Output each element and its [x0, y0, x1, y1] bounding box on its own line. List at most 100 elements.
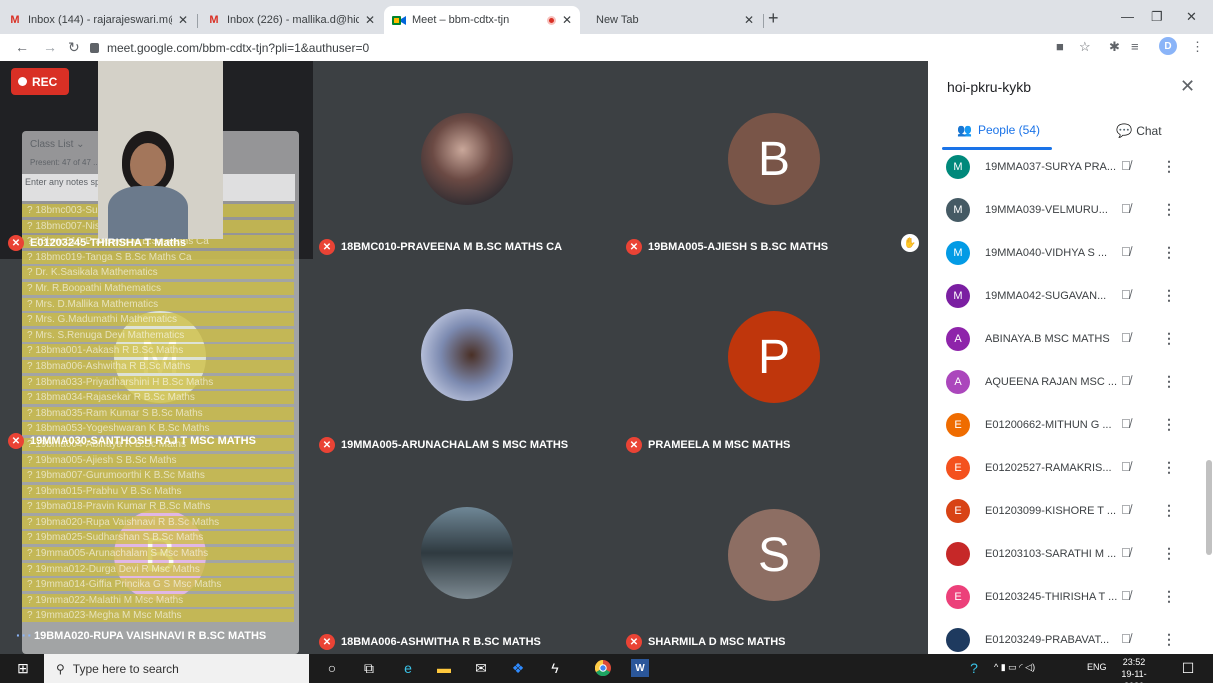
word-icon[interactable]: W [631, 659, 649, 677]
more-options-icon[interactable]: ⋮ [1162, 459, 1176, 476]
class-list-row[interactable]: ? 19bma005-Ajiesh S B.Sc Maths [22, 453, 294, 467]
presenter-icon[interactable]: ✋ [901, 234, 919, 252]
media-control-icon[interactable]: ≡ [1131, 39, 1139, 54]
class-list-row[interactable]: ? 19bma015-Prabhu V B.Sc Maths [22, 484, 294, 498]
tab-inbox-rajarajeswari[interactable]: M Inbox (144) - rajarajeswari.m@hi ✕ [0, 6, 196, 34]
more-options-icon[interactable]: ⋮ [1162, 287, 1176, 304]
participant-row[interactable]: E E01203099-KISHORE T ... 🎙̸ ⋮ [928, 499, 1198, 535]
back-button[interactable]: ← [15, 39, 29, 55]
mail-icon[interactable]: ✉ [472, 659, 490, 677]
app-icon[interactable]: ϟ [546, 659, 564, 677]
participant-tile[interactable]: S ✕ SHARMILA D MSC MATHS [620, 457, 928, 654]
more-options-icon[interactable]: ⋮ [1162, 244, 1176, 261]
participant-tile[interactable]: B ✕ 19BMA005-AJIESH S B.SC MATHS [620, 61, 928, 259]
close-tab-icon[interactable]: ✕ [744, 13, 754, 27]
more-options-icon[interactable]: ⋮ [1162, 631, 1176, 648]
more-options-icon[interactable]: ⋮ [1162, 330, 1176, 347]
tab-new-tab[interactable]: New Tab ✕ [580, 6, 762, 34]
participant-row[interactable]: E01203103-SARATHI M ... 🎙̸ ⋮ [928, 542, 1198, 578]
maximize-button[interactable]: ❐ [1151, 9, 1163, 25]
participant-tile[interactable]: P ✕ PRAMEELA M MSC MATHS [620, 259, 928, 457]
participant-row[interactable]: M 19MMA040-VIDHYA S ... 🎙̸ ⋮ [928, 241, 1198, 277]
chrome-icon[interactable] [594, 659, 612, 677]
task-view-icon[interactable]: ⧉ [360, 659, 378, 677]
class-list-row[interactable]: ? 19mma022-Malathi M Msc Maths [22, 593, 294, 607]
class-list-row[interactable]: ? Mrs. G.Madumathi Mathematics [22, 313, 294, 327]
class-list-row[interactable]: ? 19bma007-Gurumoorthi K B.Sc Maths [22, 469, 294, 483]
class-list-row[interactable]: ? 19mma012-Durga Devi R Msc Maths [22, 562, 294, 576]
dropbox-icon[interactable]: ❖ [509, 659, 527, 677]
tab-people[interactable]: 👥 People (54) [957, 123, 1040, 137]
participant-photo [421, 113, 513, 205]
class-list-title[interactable]: Class List ⌄ [30, 139, 85, 150]
participant-row[interactable]: E E01200662-MITHUN G ... 🎙̸ ⋮ [928, 413, 1198, 449]
close-tab-icon[interactable]: ✕ [178, 13, 188, 27]
gmail-icon: M [10, 14, 20, 26]
class-list-row[interactable]: ? 19mma005-Arunachalam S Msc Maths [22, 547, 294, 561]
url-field[interactable]: meet.google.com/bbm-cdtx-tjn?pli=1&authu… [90, 37, 1090, 58]
participant-tile[interactable]: ✕ 19MMA005-ARUNACHALAM S MSC MATHS [313, 259, 620, 457]
more-options-icon[interactable]: ⋮ [1162, 588, 1176, 605]
more-options-icon[interactable]: ⋮ [1162, 373, 1176, 390]
close-window-button[interactable]: ✕ [1186, 9, 1197, 25]
profile-avatar[interactable]: D [1159, 37, 1177, 55]
class-list-row[interactable]: ? Mr. R.Boopathi Mathematics [22, 281, 294, 295]
close-tab-icon[interactable]: ✕ [365, 13, 375, 27]
tab-meet[interactable]: Meet – bbm-cdtx-tjn ✕ [384, 6, 580, 34]
class-list-row[interactable]: ? 19mma014-Giffia Princika G S Msc Maths [22, 578, 294, 592]
class-list-row[interactable]: ? 18bma035-Ram Kumar S B.Sc Maths [22, 406, 294, 420]
more-options-icon[interactable]: ⋮ [1162, 545, 1176, 562]
class-list-row[interactable]: ? 18bma034-Rajasekar R B.Sc Maths [22, 391, 294, 405]
class-list-row[interactable]: ? Dr. K.Sasikala Mathematics [22, 266, 294, 280]
file-explorer-icon[interactable]: ▬ [435, 659, 453, 677]
participant-tile[interactable]: ✕ 18BMC010-PRAVEENA M B.SC MATHS CA [313, 61, 620, 259]
participant-row[interactable]: A AQUEENA RAJAN MSC ... 🎙̸ ⋮ [928, 370, 1198, 406]
class-list-row[interactable]: ? 18bma006-Ashwitha R B.Sc Maths [22, 359, 294, 373]
class-list-row[interactable]: ? 19bma025-Sudharshan S B.Sc Maths [22, 531, 294, 545]
windows-start-icon[interactable]: ⊞ [14, 659, 32, 677]
language-indicator[interactable]: ENG [1087, 662, 1107, 672]
participant-row[interactable]: E E01203245-THIRISHA T ... 🎙̸ ⋮ [928, 585, 1198, 621]
participant-row[interactable]: M 19MMA042-SUGAVAN... 🎙̸ ⋮ [928, 284, 1198, 320]
reload-button[interactable]: ↻ [68, 39, 80, 56]
participant-name-label: ✕ 18BMA006-ASHWITHA R B.SC MATHS [313, 630, 541, 654]
new-tab-button[interactable]: + [768, 8, 779, 29]
system-tray-icons[interactable]: ^ ▮ ▭ ◜ ◁) [994, 662, 1035, 673]
help-icon[interactable]: ? [965, 659, 983, 677]
participant-row[interactable]: M 19MMA037-SURYA PRA... 🎙̸ ⋮ [928, 155, 1198, 191]
tab-chat[interactable]: 💬 Chat [1116, 123, 1162, 139]
participant-avatar [946, 628, 970, 652]
class-list-row[interactable]: ? Mrs. D.Mallika Mathematics [22, 297, 294, 311]
participant-row[interactable]: M 19MMA039-VELMURU... 🎙̸ ⋮ [928, 198, 1198, 234]
class-list-row[interactable]: ? 18bma001-Aakash R B.Sc Maths [22, 344, 294, 358]
class-list-row[interactable]: ? 19bma020-Rupa Vaishnavi R B.Sc Maths [22, 515, 294, 529]
taskbar-search-field[interactable]: ⚲ Type here to search [44, 654, 309, 683]
participant-row[interactable]: A ABINAYA.B MSC MATHS 🎙̸ ⋮ [928, 327, 1198, 363]
forward-button[interactable]: → [43, 39, 57, 55]
more-options-icon[interactable]: ⋮ [1162, 502, 1176, 519]
panel-scrollbar[interactable] [1206, 460, 1212, 555]
class-list-row[interactable]: ? Mrs. S.Renuga Devi Mathematics [22, 328, 294, 342]
menu-dots-icon[interactable]: ⋮ [1191, 39, 1204, 55]
people-icon: 👥 [957, 123, 972, 137]
participant-row[interactable]: E E01202527-RAMAKRIS... 🎙̸ ⋮ [928, 456, 1198, 492]
edge-icon[interactable]: e [399, 659, 417, 677]
more-options-icon[interactable]: ⋮ [1162, 201, 1176, 218]
class-list-row[interactable]: ? 19mma023-Megha M Msc Maths [22, 609, 294, 623]
camera-icon[interactable]: ■ [1056, 39, 1064, 54]
cortana-icon[interactable]: ○ [323, 659, 341, 677]
participant-tile[interactable]: ✕ 18BMA006-ASHWITHA R B.SC MATHS [313, 457, 620, 654]
self-camera-video [98, 61, 223, 239]
tab-inbox-mallika[interactable]: M Inbox (226) - mallika.d@hicas.ac ✕ [199, 6, 383, 34]
class-list-row[interactable]: ? 19bma018-Pravin Kumar R B.Sc Maths [22, 500, 294, 514]
notification-icon[interactable]: ☐ [1179, 659, 1197, 677]
extensions-icon[interactable]: ✱ [1109, 39, 1120, 55]
clock[interactable]: 23:52 19-11-2020 [1114, 656, 1154, 683]
more-options-icon[interactable]: ⋮ [1162, 416, 1176, 433]
class-list-row[interactable]: ? 18bma033-Priyadharshini H B.Sc Maths [22, 375, 294, 389]
close-tab-icon[interactable]: ✕ [562, 13, 572, 27]
more-options-icon[interactable]: ⋮ [1162, 158, 1176, 175]
close-panel-button[interactable]: ✕ [1180, 76, 1195, 97]
bookmark-star-icon[interactable]: ☆ [1079, 39, 1091, 55]
minimize-button[interactable]: — [1121, 9, 1134, 24]
